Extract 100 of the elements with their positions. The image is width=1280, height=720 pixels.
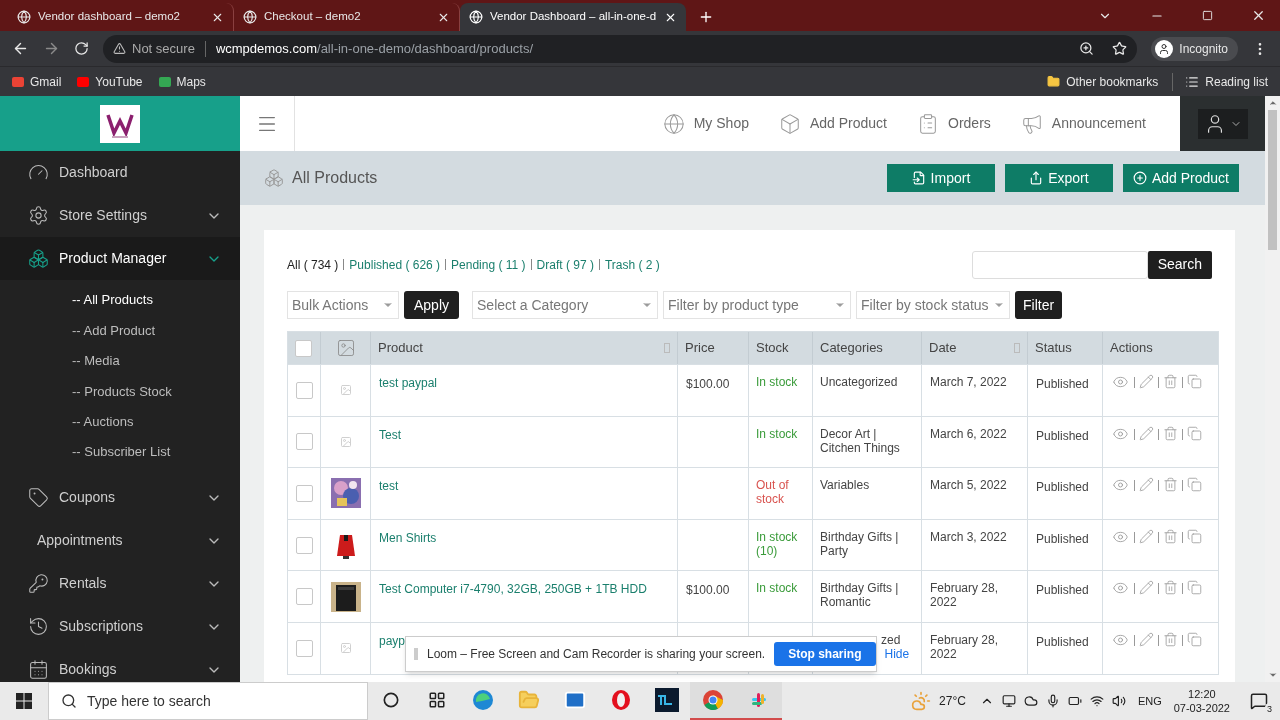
sidebar-item[interactable]: Appointments — [0, 519, 240, 563]
sidebar-item[interactable]: Bookings — [0, 648, 240, 682]
microphone-icon[interactable] — [1045, 694, 1060, 708]
filter-button[interactable]: Filter — [1015, 291, 1063, 319]
checkbox[interactable] — [295, 588, 313, 606]
bookmark[interactable]: YouTube — [77, 72, 143, 91]
user-menu[interactable] — [1197, 108, 1248, 139]
duplicate-icon[interactable] — [1187, 528, 1202, 544]
cloud-icon[interactable] — [1023, 694, 1038, 708]
search-field[interactable] — [971, 250, 1148, 279]
edit-icon[interactable] — [1139, 425, 1154, 441]
back-icon[interactable] — [12, 40, 29, 57]
action-button[interactable]: Import — [886, 164, 995, 192]
header-nav-link[interactable]: Orders — [917, 112, 991, 135]
delete-icon[interactable] — [1163, 528, 1178, 544]
weather-icon[interactable] — [911, 691, 932, 711]
profile-chip[interactable]: Incognito — [1151, 36, 1238, 61]
edit-icon[interactable] — [1139, 374, 1154, 389]
product-link[interactable]: test — [379, 479, 399, 494]
apply-button[interactable]: Apply — [404, 291, 460, 319]
notifications-button[interactable]: 3 — [1244, 686, 1274, 716]
restore-icon[interactable] — [1202, 10, 1213, 21]
sort-icon[interactable] — [1014, 343, 1020, 353]
bookmark[interactable]: Gmail — [12, 72, 62, 91]
duplicate-icon[interactable] — [1187, 631, 1202, 647]
status-filter-link[interactable]: Draft ( 97 ) — [536, 255, 594, 274]
checkbox[interactable] — [295, 381, 313, 399]
checkbox[interactable] — [295, 339, 312, 357]
scrollbar[interactable] — [1265, 96, 1280, 682]
display-icon[interactable] — [1001, 694, 1016, 708]
submenu-item[interactable]: -- Subscriber List — [0, 436, 240, 468]
delete-icon[interactable] — [1163, 580, 1178, 596]
search-button[interactable]: Search — [1147, 250, 1212, 279]
sidebar-item[interactable]: Rentals — [0, 562, 240, 606]
duplicate-icon[interactable] — [1187, 580, 1202, 596]
reading-list[interactable]: Reading list — [1173, 72, 1268, 91]
sidebar-item[interactable]: Coupons — [0, 476, 240, 520]
reload-icon[interactable] — [74, 41, 89, 56]
duplicate-icon[interactable] — [1187, 425, 1202, 441]
address-bar[interactable]: Not secure wcmpdemos.com/all-in-one-demo/dashboard/products/ — [103, 34, 1138, 63]
action-button[interactable]: Add Product — [1122, 164, 1239, 192]
delete-icon[interactable] — [1163, 477, 1178, 493]
status-filter-link[interactable]: Pending ( 11 ) — [451, 255, 526, 274]
browser-tab[interactable]: Vendor Dashboard – all-in-one-d — [460, 3, 686, 31]
zoom-icon[interactable] — [1079, 41, 1095, 56]
checkbox[interactable] — [295, 433, 313, 451]
checkbox[interactable] — [295, 639, 313, 657]
filter-select[interactable]: Filter by stock status — [856, 291, 1011, 319]
edit-icon[interactable] — [1139, 528, 1154, 544]
view-icon[interactable] — [1111, 374, 1130, 390]
duplicate-icon[interactable] — [1187, 477, 1202, 493]
bulk-actions-select[interactable]: Bulk Actions — [287, 291, 399, 319]
checkbox[interactable] — [295, 536, 313, 554]
delete-icon[interactable] — [1163, 374, 1178, 389]
submenu-item[interactable]: -- All Products — [0, 285, 240, 316]
bookmark-star-icon[interactable] — [1112, 41, 1128, 56]
submenu-item[interactable]: -- Products Stock — [0, 376, 240, 407]
sidebar-item[interactable]: Store Settings — [0, 194, 240, 237]
filter-select[interactable]: Filter by product type — [663, 291, 852, 319]
status-filter-link[interactable]: Published ( 626 ) — [349, 255, 441, 274]
filter-select[interactable]: Select a Category — [472, 291, 659, 319]
scroll-down-icon[interactable] — [1267, 670, 1278, 680]
edit-icon[interactable] — [1139, 631, 1154, 647]
sidebar-item[interactable]: Product Manager — [0, 237, 240, 280]
product-link[interactable]: payp — [379, 633, 406, 648]
edit-icon[interactable] — [1139, 580, 1154, 596]
checkbox[interactable] — [295, 485, 313, 502]
scrollbar-thumb[interactable] — [1268, 110, 1277, 250]
language-indicator[interactable]: ENG — [1137, 692, 1162, 710]
sort-icon[interactable] — [664, 343, 670, 353]
action-button[interactable]: Export — [1004, 164, 1113, 192]
submenu-item[interactable]: -- Media — [0, 345, 240, 377]
bookmark[interactable]: Maps — [158, 72, 206, 91]
delete-icon[interactable] — [1163, 425, 1178, 441]
taskbar-search-field[interactable]: Type here to search — [48, 682, 368, 720]
new-tab-icon[interactable] — [698, 9, 714, 25]
status-filter-link[interactable]: Trash ( 2 ) — [604, 255, 660, 274]
volume-icon[interactable] — [1111, 694, 1126, 708]
product-link[interactable]: Test — [379, 427, 401, 442]
delete-icon[interactable] — [1163, 631, 1178, 647]
drag-handle-icon[interactable] — [414, 648, 418, 660]
windows-start-icon[interactable] — [16, 693, 32, 709]
hide-button[interactable]: Hide — [884, 645, 910, 663]
forward-icon[interactable] — [43, 40, 60, 57]
submenu-item[interactable]: -- Auctions — [0, 406, 240, 437]
close-window-icon[interactable] — [1251, 8, 1266, 23]
status-filter-link[interactable]: All ( 734 ) — [287, 255, 339, 274]
stop-sharing-button[interactable]: Stop sharing — [774, 642, 876, 666]
product-link[interactable]: Test Computer i7-4790, 32GB, 250GB + 1TB HDD — [379, 582, 647, 597]
product-link[interactable]: Men Shirts — [379, 530, 437, 545]
duplicate-icon[interactable] — [1187, 374, 1202, 389]
sidebar-item[interactable]: Dashboard — [0, 151, 240, 194]
header-nav-link[interactable]: Add Product — [778, 112, 887, 135]
battery-icon[interactable] — [1067, 694, 1082, 708]
scroll-up-icon[interactable] — [1267, 98, 1278, 108]
submenu-item[interactable]: -- Add Product — [0, 315, 240, 346]
sidebar-item[interactable]: Subscriptions — [0, 605, 240, 649]
clock[interactable]: 12:20 07-03-2022 — [1173, 687, 1230, 715]
other-bookmarks[interactable]: Other bookmarks — [1047, 72, 1174, 91]
edit-icon[interactable] — [1139, 477, 1154, 493]
